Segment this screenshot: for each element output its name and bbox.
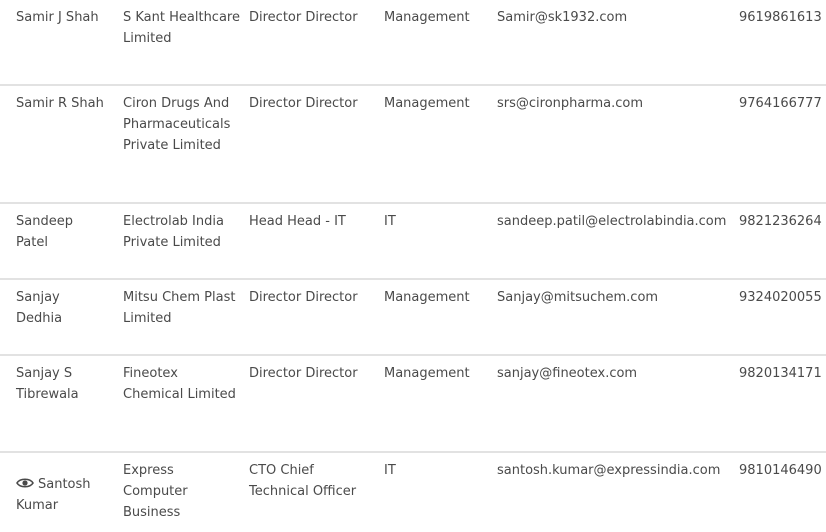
contact-name: Samir R Shah xyxy=(16,96,104,111)
contact-department: Management xyxy=(384,10,470,25)
contact-company: Fineotex Chemical Limited xyxy=(123,366,236,402)
contact-department: IT xyxy=(384,463,396,478)
contact-email[interactable]: sandeep.patil@electrolabindia.com xyxy=(497,211,732,232)
contact-name-cell: Santosh Kumar xyxy=(16,474,106,516)
contact-department: Management xyxy=(384,366,470,381)
table-row[interactable]: Santosh Kumar Express Computer Business … xyxy=(0,453,826,532)
contact-company: Ciron Drugs And Pharmaceuticals Private … xyxy=(123,96,231,153)
contact-phone: 9820134171 xyxy=(739,366,822,381)
contact-designation: Director Director xyxy=(249,10,358,25)
table-row[interactable]: Sanjay Dedhia Mitsu Chem Plast Limited D… xyxy=(0,280,826,356)
table-row[interactable]: Samir J Shah S Kant Healthcare Limited D… xyxy=(0,0,826,86)
table-row[interactable]: Sanjay S Tibrewala Fineotex Chemical Lim… xyxy=(0,356,826,453)
contact-name: Samir J Shah xyxy=(16,10,99,25)
contact-department: Management xyxy=(384,96,470,111)
contact-designation: Director Director xyxy=(249,366,358,381)
contact-email[interactable]: sanjay@fineotex.com xyxy=(497,363,732,384)
contacts-table: Samir J Shah S Kant Healthcare Limited D… xyxy=(0,0,826,532)
contact-phone: 9821236264 xyxy=(739,214,822,229)
contact-phone: 9810146490 xyxy=(739,463,822,478)
contact-name: Sandeep Patel xyxy=(16,214,73,250)
contact-designation: CTO Chief Technical Officer xyxy=(249,463,357,499)
contact-phone: 9764166777 xyxy=(739,96,822,111)
contact-department: IT xyxy=(384,214,396,229)
contact-designation: Director Director xyxy=(249,96,358,111)
contact-name: Sanjay Dedhia xyxy=(16,290,63,326)
contact-phone: 9619861613 xyxy=(739,10,822,25)
contact-company: Electrolab India Private Limited xyxy=(123,214,224,250)
contact-name: Sanjay S Tibrewala xyxy=(16,366,79,402)
eye-icon[interactable] xyxy=(16,476,34,490)
contact-department: Management xyxy=(384,290,470,305)
table-row[interactable]: Sandeep Patel Electrolab India Private L… xyxy=(0,204,826,280)
contact-email[interactable]: santosh.kumar@expressindia.com xyxy=(497,460,732,481)
contact-phone: 9324020055 xyxy=(739,290,822,305)
contact-designation: Director Director xyxy=(249,290,358,305)
contact-company: Express Computer Business xyxy=(123,463,188,520)
contact-email[interactable]: srs@cironpharma.com xyxy=(497,93,732,114)
contact-company: Mitsu Chem Plast Limited xyxy=(123,290,236,326)
contact-company: S Kant Healthcare Limited xyxy=(123,10,240,46)
contact-email[interactable]: Samir@sk1932.com xyxy=(497,7,732,28)
table-row[interactable]: Samir R Shah Ciron Drugs And Pharmaceuti… xyxy=(0,86,826,204)
contact-email[interactable]: Sanjay@mitsuchem.com xyxy=(497,287,732,308)
contact-designation: Head Head - IT xyxy=(249,214,346,229)
